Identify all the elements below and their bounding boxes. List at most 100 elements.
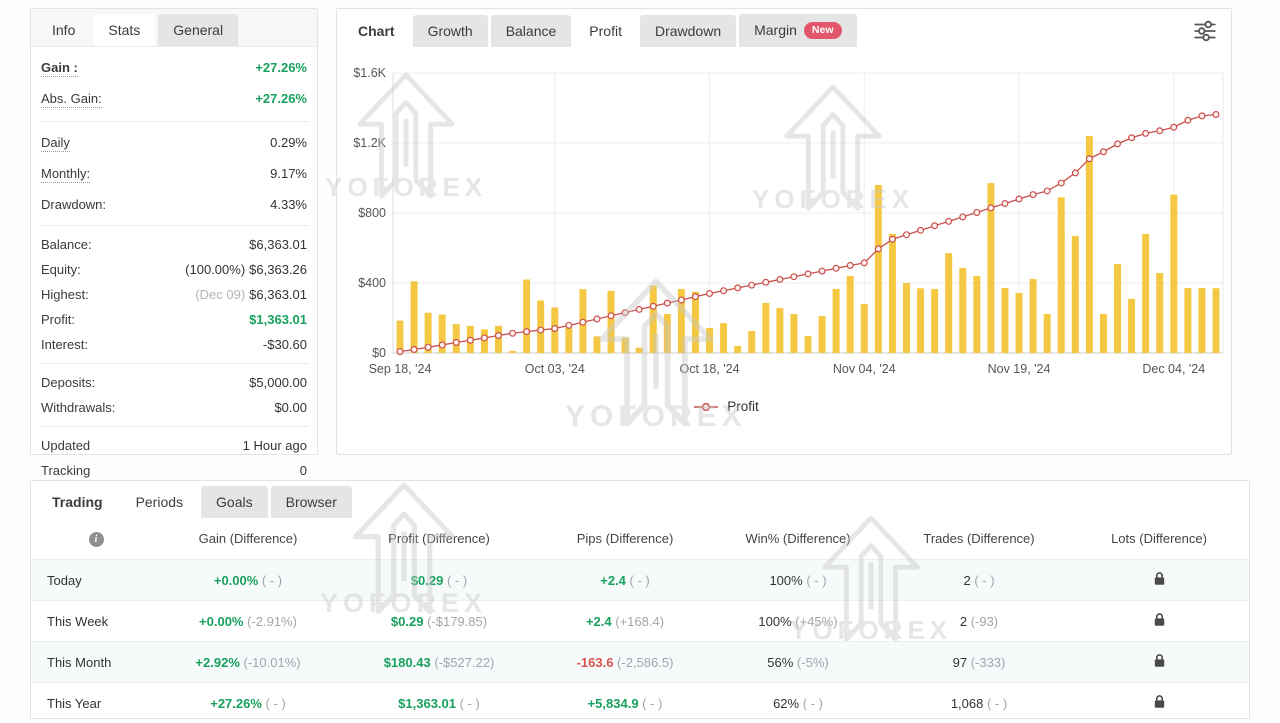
value-cell: +0.00% (-2.91%) <box>161 601 335 642</box>
profit-bar <box>790 314 797 353</box>
value-cell: $0.29 ( - ) <box>335 560 543 601</box>
locked-cell <box>1069 642 1249 683</box>
locked-cell <box>1069 683 1249 723</box>
x-axis-tick-label: Oct 18, '24 <box>679 362 739 376</box>
divider <box>39 363 309 364</box>
stat-label[interactable]: Abs. Gain: <box>41 91 102 108</box>
tab-profit[interactable]: Profit <box>574 15 637 47</box>
profit-bar <box>495 326 502 353</box>
cell-difference: (-2,586.5) <box>613 655 673 670</box>
tab-general[interactable]: General <box>158 14 238 46</box>
profit-line-marker <box>1143 130 1149 136</box>
profit-bar <box>931 289 938 353</box>
profit-line-marker <box>524 329 530 335</box>
tab-margin[interactable]: MarginNew <box>739 14 856 47</box>
chart-settings-button[interactable] <box>1191 17 1219 45</box>
profit-line-marker <box>1086 156 1092 162</box>
profit-line-marker <box>1213 112 1219 118</box>
profit-line-marker <box>735 285 741 291</box>
cell-difference: ( - ) <box>626 573 650 588</box>
value-cell: 100% ( - ) <box>707 560 889 601</box>
profit-bar <box>875 185 882 353</box>
profit-line-marker <box>664 300 670 306</box>
stat-label[interactable]: Monthly: <box>41 166 90 183</box>
tab-browser[interactable]: Browser <box>271 486 352 518</box>
stats-body: Gain :+27.26%Abs. Gain:+27.26% Daily0.29%… <box>31 47 317 483</box>
tab-label: Periods <box>136 494 183 510</box>
profit-line-marker <box>566 322 572 328</box>
tab-info[interactable]: Info <box>37 14 90 46</box>
profit-bar <box>411 281 418 353</box>
tab-stats[interactable]: Stats <box>93 14 155 46</box>
profit-bar <box>1156 273 1163 353</box>
value-cell: $0.29 (-$179.85) <box>335 601 543 642</box>
stat-row: Updated1 Hour ago <box>41 433 307 458</box>
stat-row: Daily0.29% <box>41 128 307 159</box>
cell-difference: (+45%) <box>792 614 838 629</box>
tab-periods[interactable]: Periods <box>121 486 198 518</box>
cell-value: +0.00% <box>214 573 258 588</box>
profit-bar <box>608 291 615 353</box>
tab-growth[interactable]: Growth <box>413 15 488 47</box>
chart-card: ChartGrowthBalanceProfitDrawdownMarginNe… <box>336 8 1232 455</box>
stat-label: Deposits: <box>41 375 95 390</box>
cell-value: 1,068 <box>951 696 984 711</box>
profit-line-marker <box>904 232 910 238</box>
y-axis-tick-label: $400 <box>358 276 386 290</box>
profit-line-marker <box>1115 141 1121 147</box>
profit-bar <box>1114 264 1121 353</box>
info-column-header: i <box>31 518 161 560</box>
tab-drawdown[interactable]: Drawdown <box>640 15 736 47</box>
value-cell: 56% (-5%) <box>707 642 889 683</box>
profit-line-marker <box>777 277 783 283</box>
tab-trading[interactable]: Trading <box>37 486 118 518</box>
profit-bar <box>1086 136 1093 353</box>
stat-row: Monthly:9.17% <box>41 159 307 190</box>
value-cell: 1,068 ( - ) <box>889 683 1069 723</box>
info-icon[interactable]: i <box>89 532 104 547</box>
profit-chart: $0$400$800$1.2K$1.6KSep 18, '24Oct 03, '… <box>337 53 1233 399</box>
periods-card: TradingPeriodsGoalsBrowser iGain (Differ… <box>30 480 1250 719</box>
profit-bar <box>861 304 868 353</box>
profit-line-marker <box>552 326 558 332</box>
stat-label[interactable]: Daily <box>41 135 70 152</box>
profit-line-marker <box>1058 180 1064 186</box>
profit-bar <box>565 328 572 353</box>
profit-line-marker <box>1185 117 1191 123</box>
profit-bar <box>945 253 952 353</box>
stats-group: Gain :+27.26%Abs. Gain:+27.26% <box>41 53 307 115</box>
profit-bar <box>1170 195 1177 353</box>
stat-label[interactable]: Gain : <box>41 60 78 77</box>
tab-balance[interactable]: Balance <box>491 15 572 47</box>
profit-bar <box>1184 288 1191 353</box>
profit-line-marker <box>763 279 769 285</box>
profit-bar <box>959 268 966 353</box>
lock-icon <box>1153 571 1166 586</box>
stat-label: Equity: <box>41 262 81 277</box>
y-axis-tick-label: $800 <box>358 206 386 220</box>
profit-bar <box>453 324 460 353</box>
stats-card: InfoStatsGeneral Gain :+27.26%Abs. Gain:… <box>30 8 318 455</box>
stat-row: Equity:(100.00%)$6,363.26 <box>41 257 307 282</box>
lock-icon <box>1153 612 1166 627</box>
tab-chart[interactable]: Chart <box>343 15 410 47</box>
cell-difference: ( - ) <box>258 573 282 588</box>
stat-label: Balance: <box>41 237 92 252</box>
stat-label: Highest: <box>41 287 89 302</box>
stat-row: Withdrawals:$0.00 <box>41 395 307 420</box>
profit-bar <box>720 323 727 353</box>
value-cell: $1,363.01 ( - ) <box>335 683 543 723</box>
cell-value: 97 <box>953 655 967 670</box>
tab-goals[interactable]: Goals <box>201 486 268 518</box>
stat-value: $5,000.00 <box>249 375 307 390</box>
y-axis-tick-label: $1.6K <box>353 66 386 80</box>
lock-icon <box>1153 694 1166 709</box>
stat-label: Profit: <box>41 312 75 327</box>
cell-difference: (-10.01%) <box>240 655 301 670</box>
chart-legend[interactable]: Profit <box>279 399 1173 414</box>
profit-bar <box>1142 234 1149 353</box>
lock-icon <box>1153 653 1166 668</box>
profit-line-marker <box>467 337 473 343</box>
profit-line-marker <box>482 335 488 341</box>
stat-row: Highest:(Dec 09)$6,363.01 <box>41 282 307 307</box>
